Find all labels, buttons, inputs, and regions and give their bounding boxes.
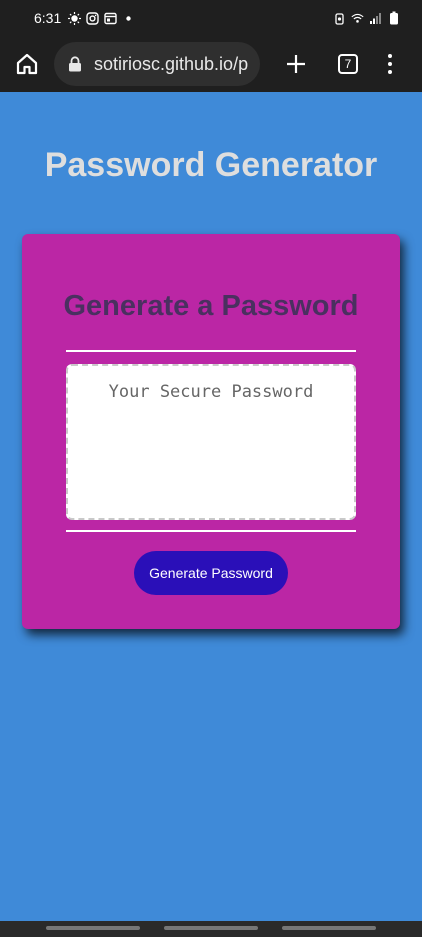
lock-icon <box>69 56 81 72</box>
instagram-icon <box>86 11 99 25</box>
card-divider-bottom <box>66 530 356 532</box>
generator-card: Generate a Password Generate Password <box>22 234 400 629</box>
nav-handle[interactable] <box>164 926 258 930</box>
card-divider-top <box>66 350 356 352</box>
nav-handle[interactable] <box>46 926 140 930</box>
plus-icon <box>287 55 305 73</box>
address-bar[interactable]: sotiriosc.github.io/p <box>54 42 260 86</box>
news-icon <box>104 12 117 25</box>
browser-toolbar: sotiriosc.github.io/p 7 <box>0 36 422 92</box>
system-nav-bar <box>0 921 422 937</box>
battery-saver-icon <box>333 12 346 25</box>
home-icon <box>16 53 38 75</box>
status-left: 6:31 <box>34 10 135 26</box>
menu-dot-icon <box>388 70 392 74</box>
generate-password-button[interactable]: Generate Password <box>134 551 288 595</box>
wifi-icon <box>351 12 364 25</box>
battery-icon <box>387 11 400 25</box>
page-title: Password Generator <box>44 146 378 184</box>
dot-icon <box>122 12 135 25</box>
status-bar: 6:31 <box>0 0 422 36</box>
menu-dot-icon <box>388 62 392 66</box>
home-button[interactable] <box>14 51 40 77</box>
status-time: 6:31 <box>34 10 62 26</box>
tab-count: 7 <box>344 57 352 71</box>
url-text: sotiriosc.github.io/p <box>94 53 249 74</box>
weather-icon <box>68 11 82 25</box>
tab-switcher-button[interactable]: 7 <box>338 54 358 74</box>
password-textarea[interactable] <box>66 364 356 520</box>
signal-icon <box>369 12 382 25</box>
status-right <box>333 11 400 25</box>
more-options-button[interactable] <box>386 54 394 74</box>
nav-handle[interactable] <box>282 926 376 930</box>
menu-dot-icon <box>388 54 392 58</box>
new-tab-button[interactable] <box>284 52 308 76</box>
card-title: Generate a Password <box>63 290 359 322</box>
